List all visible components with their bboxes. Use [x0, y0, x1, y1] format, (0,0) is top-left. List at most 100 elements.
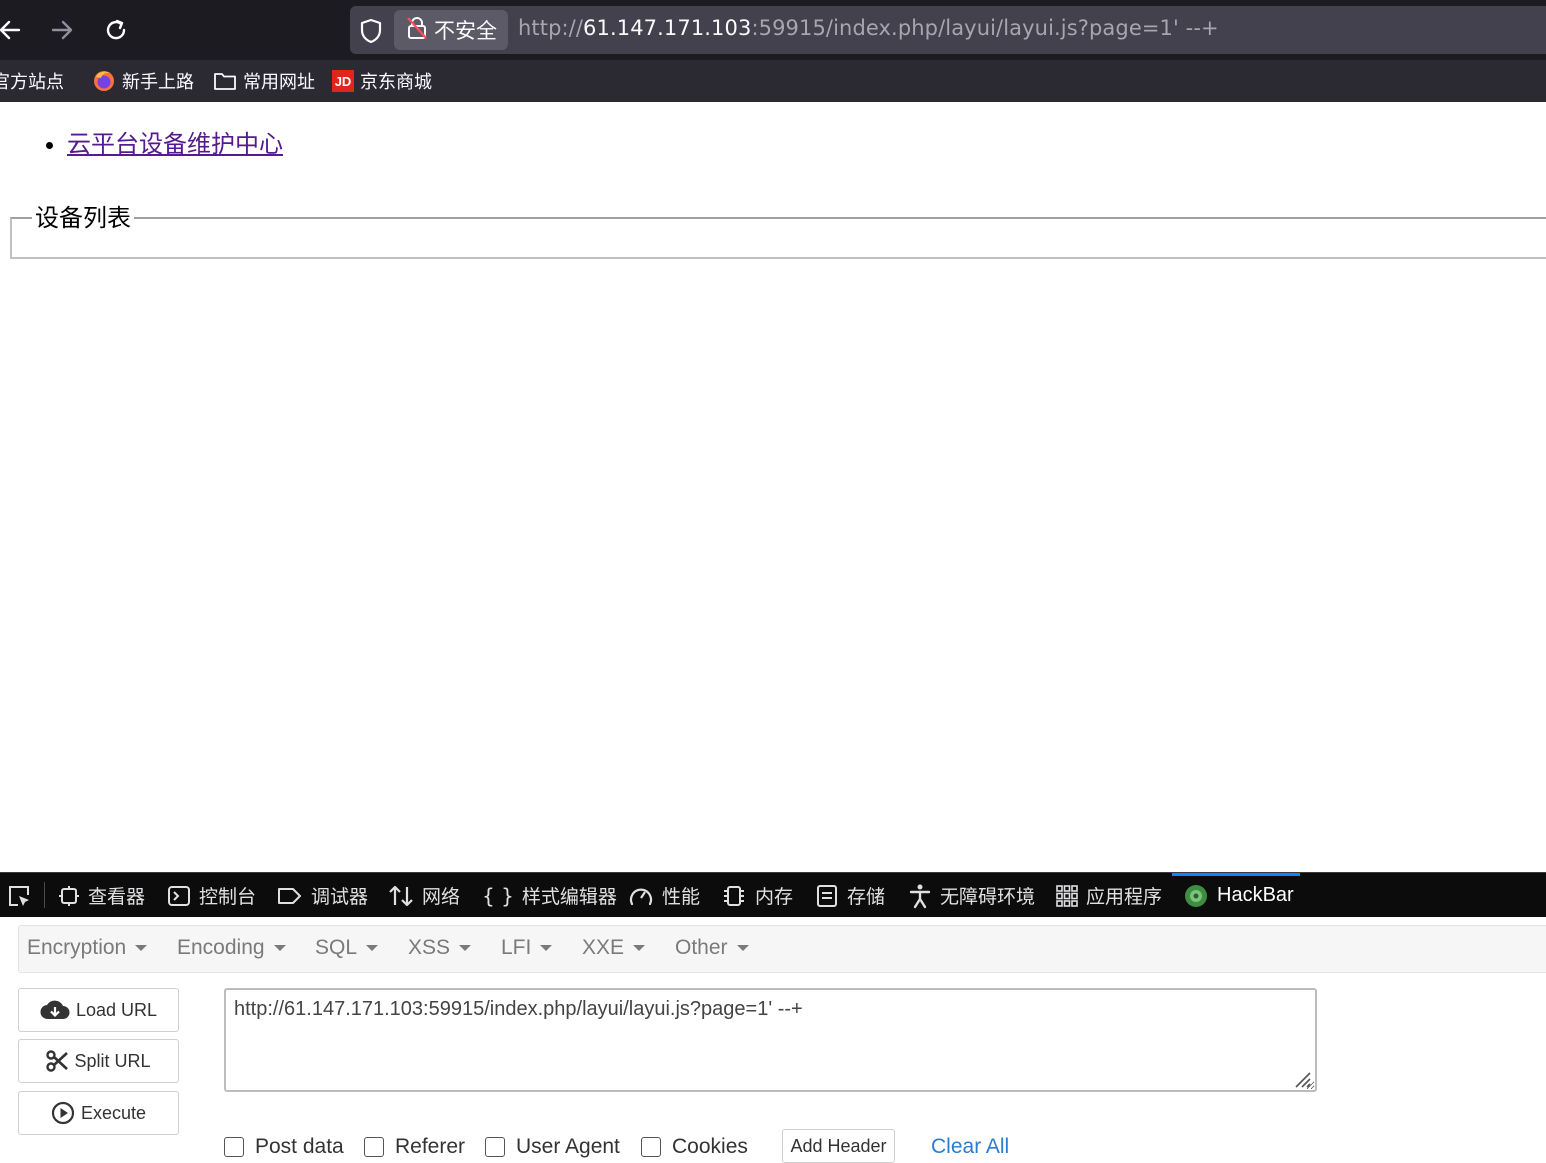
tab-label: 控制台	[199, 886, 257, 908]
bookmark-label: 官方站点	[0, 72, 64, 93]
nav-list: 云平台设备维护中心	[27, 124, 283, 159]
element-picker-button[interactable]	[6, 873, 40, 918]
tab-application[interactable]: 应用程序	[1056, 873, 1162, 918]
checkbox-label: Referer	[395, 1135, 466, 1158]
bookmark-official-site[interactable]: 官方站点	[0, 68, 64, 94]
memory-icon	[721, 884, 747, 908]
caret-down-icon	[273, 945, 286, 951]
active-tab-indicator	[1172, 873, 1300, 876]
hackbar-panel: Encryption Encoding SQL XSS LFI XXE Othe…	[0, 917, 1546, 1163]
url-scheme: http://	[518, 16, 584, 40]
tab-hackbar[interactable]: HackBar	[1183, 873, 1294, 918]
tab-console[interactable]: 控制台	[167, 873, 256, 918]
menu-label: SQL	[315, 936, 358, 959]
user-agent-checkbox[interactable]: User Agent	[485, 1135, 620, 1159]
execute-button[interactable]: Execute	[18, 1091, 179, 1135]
checkbox-box[interactable]	[485, 1137, 505, 1157]
checkbox-box[interactable]	[224, 1137, 244, 1157]
menu-label: LFI	[501, 936, 532, 959]
checkbox-box[interactable]	[364, 1137, 384, 1157]
tab-network[interactable]: 网络	[388, 873, 460, 918]
forward-arrow-icon	[51, 20, 73, 40]
checkbox-box[interactable]	[641, 1137, 661, 1157]
load-url-button[interactable]: Load URL	[18, 988, 179, 1032]
bookmark-label: 常用网址	[243, 72, 315, 93]
bookmark-jd[interactable]: JD 京东商城	[332, 68, 432, 94]
menu-label: Encoding	[177, 936, 265, 959]
home-link[interactable]: 云平台设备维护中心	[67, 130, 283, 158]
bookmark-folder-common-sites[interactable]: 常用网址	[213, 68, 315, 94]
forward-button[interactable]	[46, 14, 78, 46]
bookmark-label: 京东商城	[360, 72, 432, 93]
tab-label: 内存	[755, 886, 794, 908]
caret-down-icon	[540, 945, 553, 951]
tab-performance[interactable]: 性能	[628, 873, 700, 918]
style-editor-icon: { }	[482, 883, 514, 908]
caret-down-icon	[366, 945, 379, 951]
tab-inspector[interactable]: 查看器	[58, 873, 145, 918]
checkbox-label: Cookies	[672, 1135, 748, 1158]
broken-lock-icon	[406, 16, 428, 45]
menu-lfi[interactable]: LFI	[501, 936, 553, 960]
tab-label: 无障碍环境	[940, 886, 1036, 908]
element-picker-icon	[6, 883, 32, 909]
application-icon	[1056, 884, 1078, 907]
tab-label: HackBar	[1217, 884, 1294, 906]
clear-all-link[interactable]: Clear All	[931, 1135, 1009, 1159]
tab-label: 查看器	[88, 886, 146, 908]
button-label: Execute	[80, 1102, 147, 1123]
tab-label: 样式编辑器	[521, 886, 617, 908]
toolbar-divider	[44, 882, 45, 908]
hackbar-icon	[1183, 883, 1209, 909]
tab-style-editor[interactable]: { } 样式编辑器	[482, 873, 617, 918]
network-icon	[388, 884, 414, 908]
tab-label: 应用程序	[1086, 886, 1163, 908]
tracking-protection-shield-icon[interactable]	[356, 16, 386, 50]
url-textarea[interactable]: http://61.147.171.103:59915/index.php/la…	[224, 988, 1317, 1092]
referer-checkbox[interactable]: Referer	[364, 1135, 465, 1159]
back-button[interactable]	[0, 14, 26, 46]
cookies-checkbox[interactable]: Cookies	[641, 1135, 748, 1159]
menu-label: Encryption	[27, 936, 127, 959]
tab-storage[interactable]: 存储	[815, 873, 885, 918]
tab-memory[interactable]: 内存	[721, 873, 793, 918]
caret-down-icon	[459, 945, 472, 951]
split-url-button[interactable]: Split URL	[18, 1039, 179, 1083]
hackbar-menu-bar: Encryption Encoding SQL XSS LFI XXE Othe…	[18, 925, 1546, 973]
menu-xxe[interactable]: XXE	[582, 936, 646, 960]
bookmark-label: 新手上路	[122, 72, 194, 93]
devtools-toolbar: 查看器 控制台 调试器 网络 { } 样式编辑器 性能 内存 存储 无障碍环境 …	[0, 872, 1546, 917]
menu-encryption[interactable]: Encryption	[27, 936, 148, 960]
menu-xss[interactable]: XSS	[408, 936, 472, 960]
scissors-icon	[46, 1050, 69, 1072]
caret-down-icon	[633, 945, 646, 951]
not-secure-label: 不安全	[434, 19, 497, 43]
storage-icon	[815, 884, 839, 908]
reload-button[interactable]	[100, 14, 132, 46]
list-item: 云平台设备维护中心	[67, 124, 283, 159]
bookmarks-toolbar: 官方站点 新手上路 常用网址 JD 京东商城	[0, 60, 1546, 102]
connection-not-secure-badge[interactable]: 不安全	[394, 10, 508, 50]
console-icon	[167, 885, 191, 907]
url-host: 61.147.171.103	[583, 16, 752, 40]
menu-encoding[interactable]: Encoding	[177, 936, 286, 960]
tab-debugger[interactable]: 调试器	[277, 873, 368, 918]
jd-icon: JD	[332, 70, 354, 92]
menu-sql[interactable]: SQL	[315, 936, 379, 960]
tab-accessibility[interactable]: 无障碍环境	[908, 873, 1035, 918]
post-data-checkbox[interactable]: Post data	[224, 1135, 344, 1159]
checkbox-label: Post data	[255, 1135, 344, 1158]
menu-label: XXE	[582, 936, 625, 959]
resize-grip-icon[interactable]	[1290, 1067, 1312, 1094]
bookmark-getting-started[interactable]: 新手上路	[92, 68, 194, 94]
tab-label: 存储	[847, 886, 886, 908]
url-path: :59915/index.php/layui/layui.js?page=1' …	[751, 16, 1219, 40]
menu-label: XSS	[408, 936, 451, 959]
debugger-icon	[277, 886, 303, 906]
back-arrow-icon	[0, 20, 21, 40]
cloud-download-icon	[40, 999, 70, 1021]
page-content: 云平台设备维护中心 设备列表	[0, 102, 1546, 872]
menu-other[interactable]: Other	[675, 936, 749, 960]
accessibility-icon	[908, 883, 932, 909]
url-display[interactable]: http://61.147.171.103:59915/index.php/la…	[518, 16, 1219, 40]
